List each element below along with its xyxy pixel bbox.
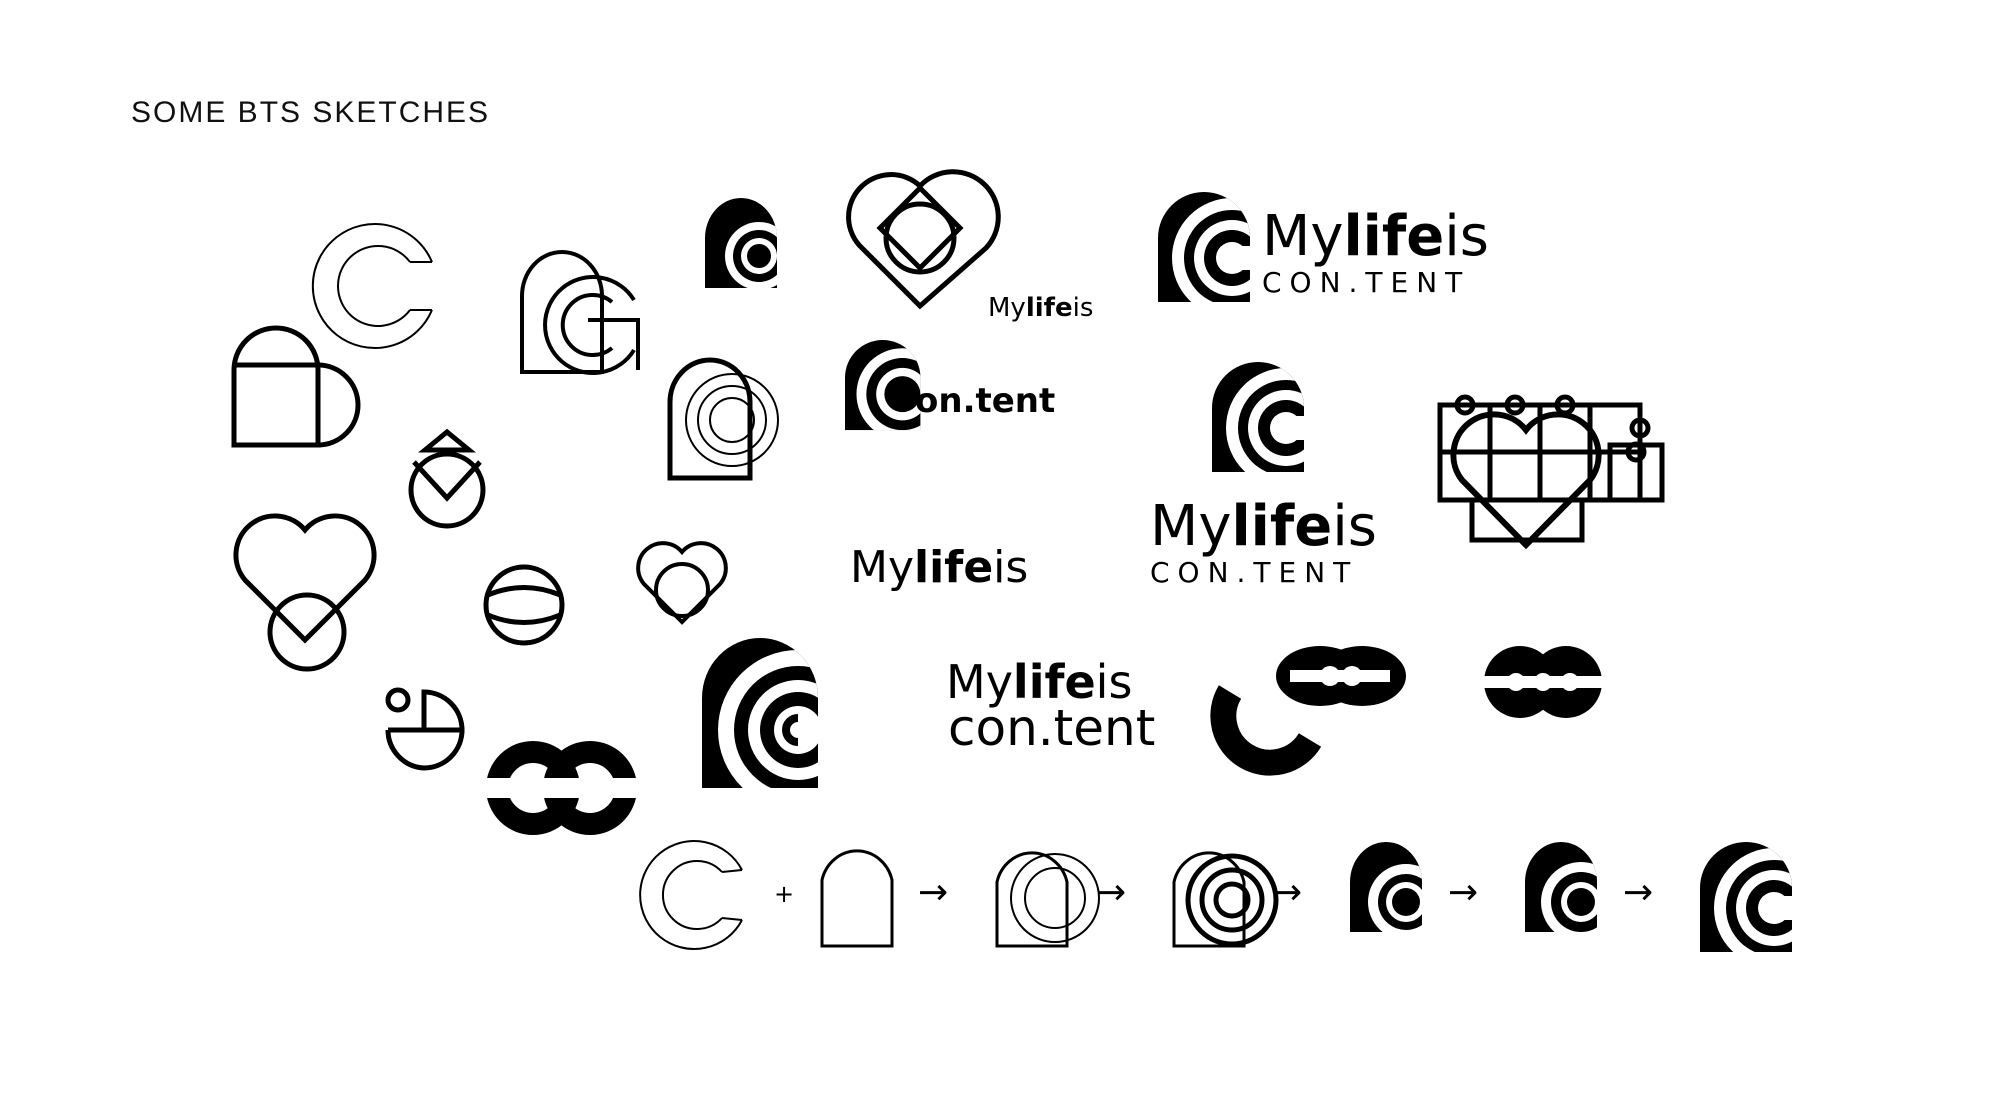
logo-horizontal-lockup: Mylifeis CON.TENT [1158, 192, 1489, 302]
arrow-3: → [1272, 872, 1302, 913]
heart-square-circle-icon [846, 169, 1001, 310]
heart-circle-icon [233, 513, 377, 672]
svg-text:con.tent: con.tent [948, 699, 1155, 757]
svg-text:CON.TENT: CON.TENT [1262, 266, 1470, 299]
small-heart-circle-icon [636, 541, 728, 625]
arch-c-solid-small-icon [705, 198, 777, 288]
process-step-6-icon [1525, 842, 1597, 932]
chain-rings-icon [480, 741, 650, 835]
outline-c-icon [311, 223, 433, 349]
wordmark-stacked-lower: Mylifeis con.tent [946, 655, 1155, 757]
svg-text:Mylifeis: Mylifeis [1150, 494, 1377, 559]
process-step-3-icon [995, 851, 1100, 948]
svg-text:on.tent: on.tent [915, 381, 1055, 421]
arch-halfcircle-icon [231, 325, 361, 448]
wordmark-small: Mylifeis [988, 293, 1093, 323]
process-step-final-icon [1700, 842, 1792, 952]
process-step-4-icon [1172, 851, 1279, 948]
wordmark-medium: Mylifeis [850, 542, 1028, 593]
chain-c-logo [1210, 646, 1406, 776]
triple-chain-logo [1480, 646, 1610, 718]
arch-c-outline-icon [667, 357, 779, 481]
arrow-4: → [1448, 872, 1478, 913]
process-step-c-icon [639, 840, 743, 950]
puzzle-heart-icon [1437, 394, 1665, 550]
plus-sign: + [774, 880, 794, 908]
process-step-arch-icon [820, 849, 894, 948]
process-step-5-icon [1350, 842, 1422, 932]
svg-text:CON.TENT: CON.TENT [1150, 556, 1358, 589]
arrow-1: → [918, 872, 948, 913]
sketch-canvas: Mylifeis on.tent Mylifeis Mylifeis con.t… [231, 169, 1792, 952]
arrow-5: → [1623, 872, 1653, 913]
arrow-2: → [1096, 872, 1126, 913]
arch-g-icon [520, 250, 640, 375]
circle-band-icon [483, 564, 565, 646]
arch-c-solid-large-icon [702, 638, 818, 788]
svg-text:Mylifeis: Mylifeis [1262, 204, 1489, 269]
dot-quarter-icon [385, 687, 465, 771]
logo-vertical-lockup: Mylifeis CON.TENT [1150, 362, 1377, 589]
process-row: + → → → → → [639, 840, 1792, 952]
circle-chevron-icon [408, 428, 486, 529]
c-content-logo: on.tent [845, 340, 1055, 431]
